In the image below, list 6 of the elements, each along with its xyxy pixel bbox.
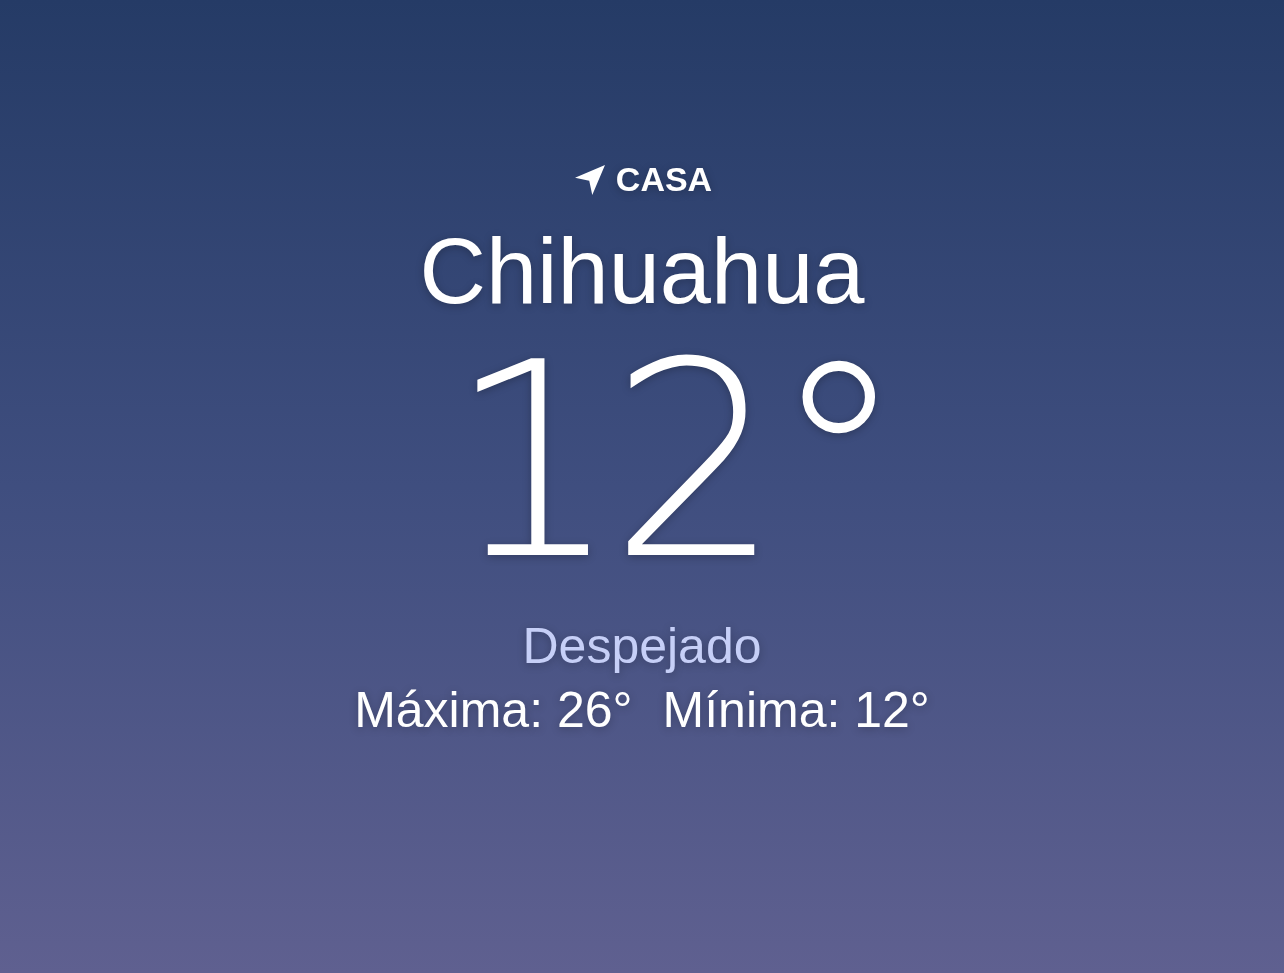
city-name: Chihuahua bbox=[419, 225, 865, 317]
condition: Despejado bbox=[522, 617, 762, 675]
location-label: CASA bbox=[615, 160, 713, 199]
low-temperature: Mínima: 12° bbox=[662, 681, 930, 739]
high-temperature: Máxima: 26° bbox=[354, 681, 633, 739]
temperature: 12° bbox=[446, 327, 897, 597]
